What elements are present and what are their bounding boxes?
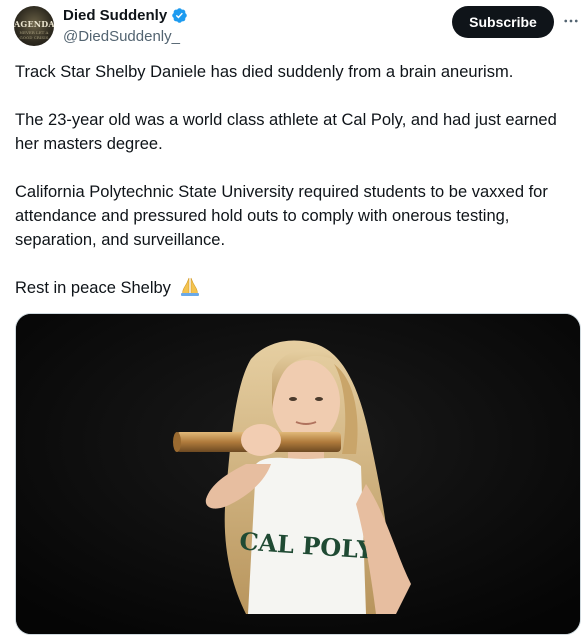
verified-badge-icon <box>172 8 187 23</box>
tweet: AGENDA NEVER LET A GOOD CRISIS Died Sudd… <box>0 0 584 635</box>
post-paragraph: The 23-year old was a world class athlet… <box>15 111 557 153</box>
post-image[interactable]: CAL POLY <box>15 313 581 635</box>
athlete-photo: CAL POLY <box>16 314 580 634</box>
avatar-logo-subtext: NEVER LET A GOOD CRISIS <box>19 30 49 40</box>
display-name[interactable]: Died Suddenly <box>63 7 167 24</box>
name-row: Died Suddenly <box>63 7 188 24</box>
prayer-hands-icon <box>180 277 199 296</box>
post-closing-text: Rest in peace Shelby <box>15 279 171 297</box>
post-closing: Rest in peace Shelby <box>15 276 575 300</box>
post-paragraph: California Polytechnic State University … <box>15 183 548 249</box>
post-text: Track Star Shelby Daniele has died sudde… <box>15 60 575 324</box>
post-paragraph: Track Star Shelby Daniele has died sudde… <box>15 63 514 81</box>
avatar[interactable]: AGENDA NEVER LET A GOOD CRISIS <box>14 6 54 46</box>
avatar-logo-text: AGENDA <box>14 19 54 29</box>
subscribe-button[interactable]: Subscribe <box>452 6 554 38</box>
handle[interactable]: @DiedSuddenly_ <box>63 28 180 45</box>
more-options-icon[interactable] <box>562 12 580 30</box>
